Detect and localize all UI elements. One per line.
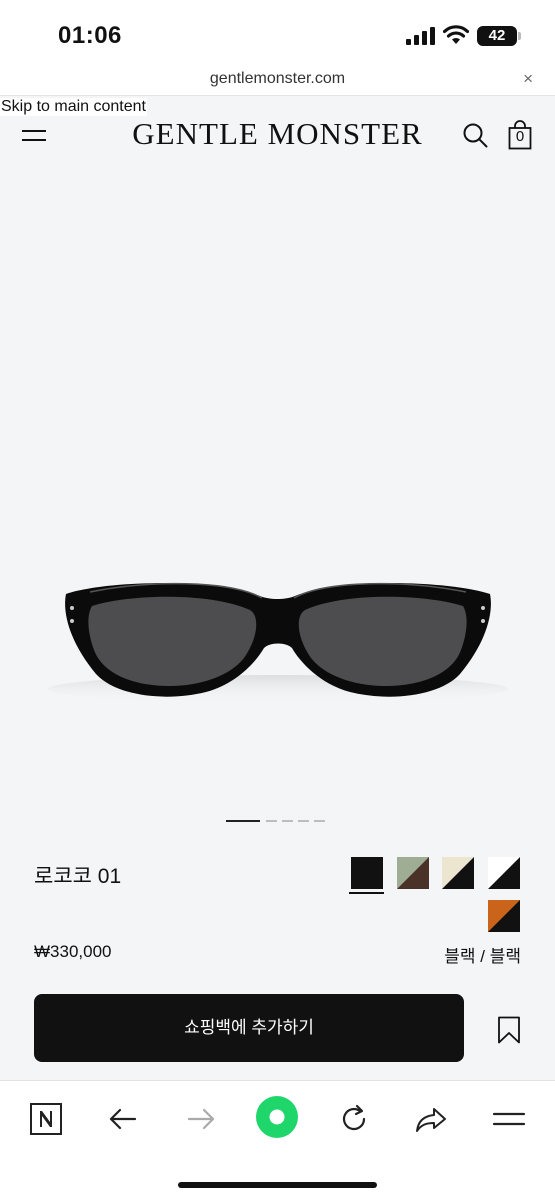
bag-count: 0 <box>515 128 525 145</box>
naver-n-icon[interactable] <box>28 1101 64 1137</box>
refresh-icon[interactable] <box>336 1101 372 1137</box>
home-indicator <box>178 1182 377 1188</box>
browser-toolbar <box>0 1080 555 1200</box>
pagination-dot[interactable] <box>282 820 293 822</box>
status-bar: 01:06 42 <box>0 0 555 66</box>
color-swatch-white-black[interactable] <box>488 857 520 889</box>
color-swatch-black[interactable] <box>351 857 383 889</box>
page: 01:06 42 gentlemonster.com × Skip to mai… <box>0 0 555 1200</box>
back-arrow-icon[interactable] <box>105 1101 141 1137</box>
pagination-dot[interactable] <box>298 820 309 822</box>
color-swatch-cream-black[interactable] <box>442 857 474 889</box>
product-image[interactable] <box>30 564 525 714</box>
product-name: 로코코 01 <box>34 865 122 888</box>
url-bar: gentlemonster.com × <box>0 66 555 96</box>
selected-color-name: 블랙 / 블랙 <box>444 947 521 966</box>
pagination-dot[interactable] <box>314 820 325 822</box>
bookmark-icon[interactable] <box>497 1016 521 1044</box>
add-to-bag-button[interactable]: 쇼핑백에 추가하기 <box>34 994 464 1062</box>
product-price: ₩330,000 <box>34 942 112 961</box>
close-icon[interactable]: × <box>523 69 533 89</box>
green-home-icon[interactable] <box>255 1095 299 1139</box>
color-swatch-black-orange[interactable] <box>488 900 520 932</box>
status-time: 01:06 <box>58 22 122 49</box>
cellular-signal-icon <box>406 27 435 45</box>
skip-to-content-link[interactable]: Skip to main content <box>0 98 147 116</box>
battery-tip <box>518 32 521 40</box>
product-stage: Skip to main content GENTLE MONSTER 0 로코… <box>0 96 555 1080</box>
pagination-dot-active[interactable] <box>226 820 260 822</box>
pagination-dot[interactable] <box>266 820 277 822</box>
share-icon[interactable] <box>413 1101 449 1137</box>
forward-arrow-icon[interactable] <box>183 1101 219 1137</box>
wifi-icon <box>443 25 469 44</box>
color-swatch-sage-brown[interactable] <box>397 857 429 889</box>
url-text[interactable]: gentlemonster.com <box>0 70 555 88</box>
selected-swatch-indicator <box>349 892 384 894</box>
battery-indicator: 42 <box>477 26 517 46</box>
search-icon[interactable] <box>462 122 488 148</box>
menu-lines-icon[interactable] <box>491 1101 527 1137</box>
